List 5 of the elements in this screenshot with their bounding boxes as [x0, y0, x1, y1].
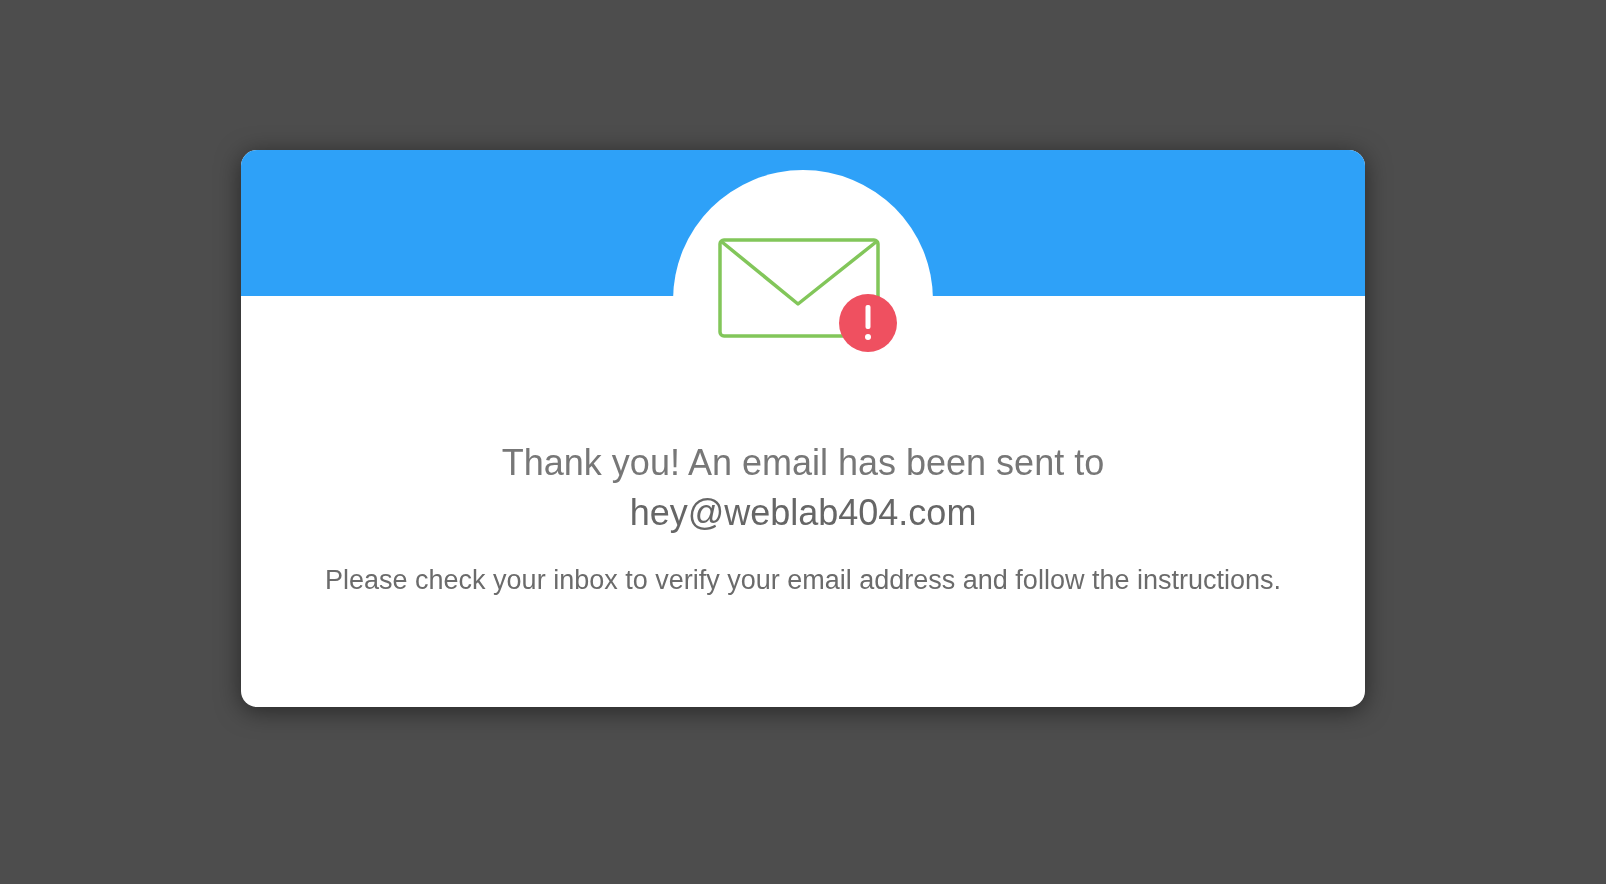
envelope-icon: [718, 238, 880, 338]
alert-icon: [839, 294, 897, 352]
instructions-text: Please check your inbox to verify your email address and follow the instructions.: [324, 564, 1282, 597]
email-address: hey@weblab404.com: [629, 491, 977, 535]
confirmation-title: Thank you! An email has been sent to: [501, 441, 1105, 485]
